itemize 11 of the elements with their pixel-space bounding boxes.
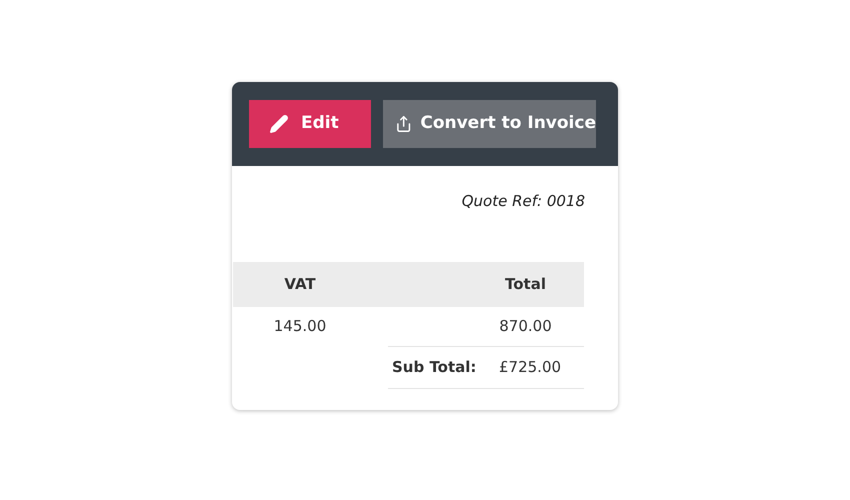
table-cell-text: 870.00 [498,316,553,338]
column-header: Total [504,274,547,296]
table-cell-text: 145.00 [272,316,328,338]
export-icon [395,114,412,134]
convert-button[interactable]: Convert to Invoice [383,100,596,148]
subtotal-label: Sub Total: [391,357,478,378]
edit-button[interactable]: Edit [249,100,371,148]
column-header: VAT [283,274,317,296]
pencil-icon [269,114,289,134]
quote-reference: Quote Ref: 0018 [462,191,585,212]
subtotal-value: £725.00 [499,357,562,378]
